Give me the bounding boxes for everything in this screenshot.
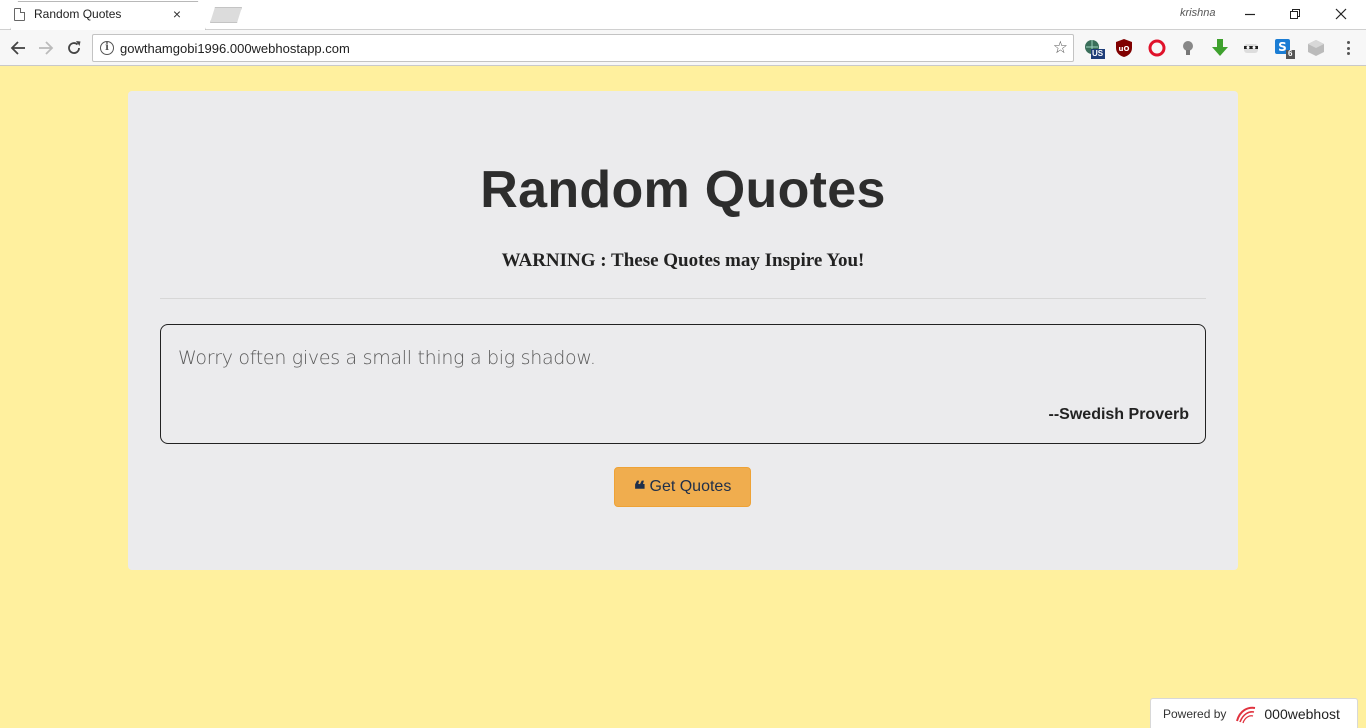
warning-subtitle: WARNING : These Quotes may Inspire You!	[501, 250, 865, 271]
gray-extension-icon[interactable]	[1306, 38, 1326, 58]
svg-text:uO: uO	[1119, 45, 1130, 53]
restore-icon[interactable]	[1284, 4, 1306, 24]
quote-box: Worry often gives a small thing a big sh…	[160, 324, 1206, 444]
bookmark-star-icon[interactable]: ☆	[1053, 38, 1068, 58]
divider	[160, 298, 1206, 299]
skype-badge: 6	[1288, 49, 1293, 58]
tab-close-icon[interactable]: ×	[170, 7, 184, 21]
minimize-icon[interactable]	[1239, 4, 1261, 24]
profile-name[interactable]: krishna	[1180, 7, 1215, 19]
skype-icon[interactable]: S 6	[1274, 38, 1295, 59]
vpn-badge: US	[1092, 49, 1104, 58]
get-quotes-label: Get Quotes	[649, 478, 732, 495]
forward-icon[interactable]	[35, 37, 57, 59]
close-window-icon[interactable]	[1330, 4, 1352, 24]
browser-tab-content[interactable]: Random Quotes ×	[14, 0, 184, 28]
browser-titlebar: Random Quotes × krishna	[0, 0, 1366, 31]
new-tab-button[interactable]	[210, 7, 242, 23]
lightbulb-icon[interactable]	[1178, 38, 1198, 58]
page-icon	[14, 7, 25, 21]
page-title: Random Quotes	[480, 161, 886, 219]
info-icon[interactable]: i	[100, 41, 114, 55]
url-text[interactable]: gowthamgobi1996.000webhostapp.com	[120, 41, 350, 56]
reload-icon[interactable]	[63, 37, 85, 59]
quote-author: --Swedish Proverb	[1048, 406, 1189, 423]
000webhost-logo-icon	[1236, 706, 1256, 723]
powered-brand-text: 000webhost	[1264, 705, 1340, 722]
download-arrow-icon[interactable]	[1210, 38, 1230, 58]
address-bar[interactable]: i gowthamgobi1996.000webhostapp.com ☆	[92, 34, 1074, 62]
quote-text: Worry often gives a small thing a big sh…	[178, 347, 596, 369]
opera-icon[interactable]	[1147, 38, 1167, 58]
svg-text:S: S	[1278, 40, 1287, 54]
ublock-icon[interactable]: uO	[1114, 38, 1134, 58]
powered-by-text: Powered by	[1163, 706, 1227, 721]
back-icon[interactable]	[7, 37, 29, 59]
powered-by-badge[interactable]: Powered by 000webhost	[1150, 698, 1358, 728]
vpn-globe-icon[interactable]: US	[1083, 38, 1105, 59]
tab-title[interactable]: Random Quotes	[34, 7, 170, 21]
incognito-mask-icon[interactable]	[1241, 38, 1261, 58]
get-quotes-button[interactable]: ❝ Get Quotes	[614, 467, 751, 507]
quote-left-icon: ❝	[633, 477, 646, 503]
browser-menu-icon[interactable]	[1340, 39, 1356, 57]
browser-toolbar: i gowthamgobi1996.000webhostapp.com ☆ US…	[0, 30, 1366, 66]
